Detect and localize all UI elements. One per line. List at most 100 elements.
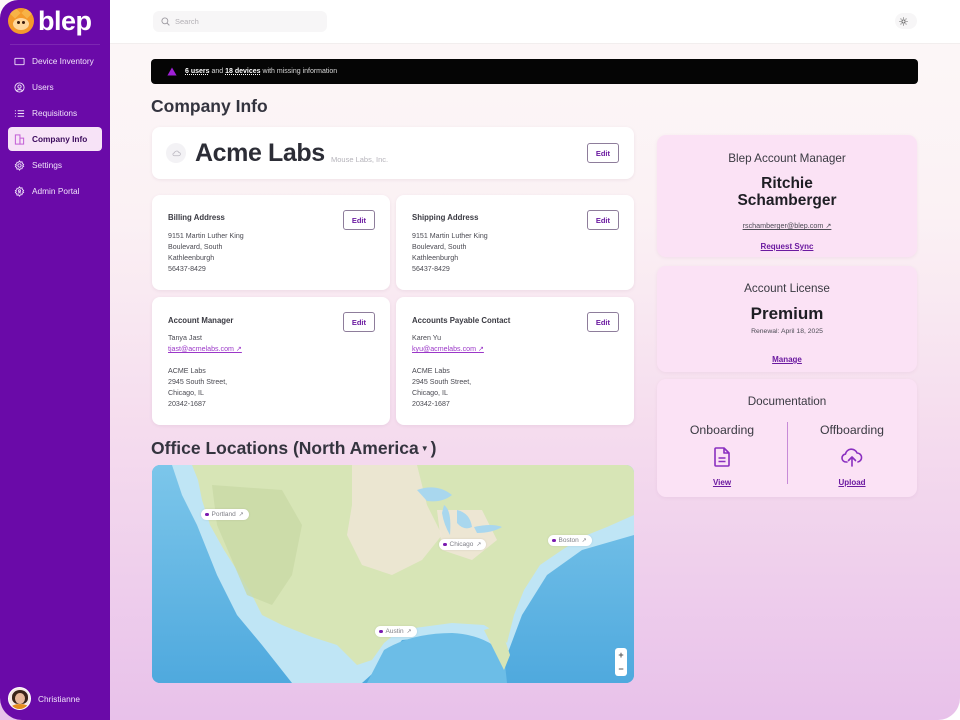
contact-email-link[interactable]: kyu@acmelabs.com ↗ <box>412 345 484 353</box>
edit-company-button[interactable]: Edit <box>586 143 619 163</box>
office-pin-austin[interactable]: Austin ↗ <box>375 626 417 637</box>
company-card: Acme Labs Mouse Labs, Inc. Edit <box>152 127 634 179</box>
app-frame: blep Device Inventory Users Requisitions… <box>0 0 960 720</box>
address-line: 9151 Martin Luther King <box>168 232 244 240</box>
edit-shipping-button[interactable]: Edit <box>586 210 619 230</box>
cat-logo-icon <box>8 8 34 34</box>
admin-gear-icon <box>14 185 25 197</box>
sidebar-item-users[interactable]: Users <box>8 75 102 99</box>
sidebar-item-admin-portal[interactable]: Admin Portal <box>8 179 102 203</box>
zoom-in-button[interactable]: + <box>618 650 623 660</box>
shipping-address-lines: 9151 Martin Luther King Boulevard, South… <box>412 231 488 275</box>
cloud-upload-icon[interactable] <box>840 445 864 469</box>
building-icon <box>14 133 25 145</box>
billing-address-card: Billing Address 9151 Martin Luther King … <box>152 195 390 290</box>
blep-account-manager-panel: Blep Account Manager Ritchie Schamberger… <box>657 135 917 257</box>
manage-license-link[interactable]: Manage <box>772 355 802 364</box>
brand-name: blep <box>38 6 92 36</box>
external-link-icon: ↗ <box>238 512 244 518</box>
offboarding-section: Offboarding Upload <box>787 423 917 490</box>
sidebar-item-settings[interactable]: Settings <box>8 153 102 177</box>
address-line: 20342-1687 <box>412 400 450 408</box>
address-line: 2945 South Street, <box>168 378 228 386</box>
search-input[interactable] <box>175 17 315 26</box>
address-line: 2945 South Street, <box>412 378 472 386</box>
document-icon[interactable] <box>710 445 734 469</box>
card-title: Accounts Payable Contact <box>412 316 511 325</box>
sidebar-item-company-info[interactable]: Company Info <box>8 127 102 151</box>
devices-missing-link[interactable]: 18 devices <box>225 68 260 75</box>
accounts-payable-details: Karen Yu kyu@acmelabs.com ↗ ACME Labs 29… <box>412 333 484 410</box>
address-line: ACME Labs <box>412 367 450 375</box>
map-zoom-control: + − <box>615 648 627 676</box>
company-logo-placeholder-icon[interactable] <box>166 143 186 163</box>
address-line: Chicago, IL <box>412 389 448 397</box>
alert-suffix: with missing information <box>262 68 338 75</box>
theme-toggle[interactable] <box>895 13 917 29</box>
upload-offboarding-link[interactable]: Upload <box>838 478 865 487</box>
search-icon <box>161 17 170 26</box>
address-line: Kathleenburgh <box>168 254 215 262</box>
address-line: Chicago, IL <box>168 389 204 397</box>
address-line: 9151 Martin Luther King <box>412 232 488 240</box>
account-manager-details: Tanya Jast tjast@acmelabs.com ↗ ACME Lab… <box>168 333 242 410</box>
card-title: Shipping Address <box>412 213 479 222</box>
sidebar-item-device-inventory[interactable]: Device Inventory <box>8 49 102 73</box>
office-map[interactable]: Portland ↗ Chicago ↗ Boston ↗ Austin ↗ +… <box>152 465 634 683</box>
address-line: ACME Labs <box>168 367 206 375</box>
gear-icon <box>14 159 25 171</box>
pin-dot-icon <box>443 542 447 547</box>
card-title: Account Manager <box>168 316 234 325</box>
panel-title: Documentation <box>747 395 827 408</box>
edit-account-manager-button[interactable]: Edit <box>342 312 375 332</box>
sidebar-nav: Device Inventory Users Requisitions Comp… <box>8 49 102 205</box>
address-line: Boulevard, South <box>412 243 467 251</box>
sidebar-item-label: Device Inventory <box>32 56 94 66</box>
office-pin-boston[interactable]: Boston ↗ <box>548 535 592 546</box>
address-line: Kathleenburgh <box>412 254 459 262</box>
office-locations-title: Office Locations (North America ▼ ) <box>151 438 436 459</box>
onboarding-section: Onboarding View <box>657 423 787 490</box>
pin-label: Austin <box>385 628 404 635</box>
sun-icon <box>899 16 908 26</box>
sidebar-item-label: Requisitions <box>32 108 78 118</box>
account-license-panel: Account License Premium Renewal: April 1… <box>657 266 917 372</box>
office-pin-chicago[interactable]: Chicago ↗ <box>439 539 487 550</box>
users-missing-link[interactable]: 6 users <box>185 68 210 75</box>
office-pin-portland[interactable]: Portland ↗ <box>201 509 249 520</box>
office-locations-label: Office Locations (North America <box>151 438 419 458</box>
card-title: Billing Address <box>168 213 225 222</box>
address-line: Boulevard, South <box>168 243 223 251</box>
accounts-payable-card: Accounts Payable Contact Karen Yu kyu@ac… <box>396 297 634 425</box>
sidebar-item-label: Company Info <box>32 134 88 144</box>
user-profile[interactable]: Christianne <box>8 687 80 710</box>
sidebar-item-requisitions[interactable]: Requisitions <box>8 101 102 125</box>
zoom-out-button[interactable]: − <box>618 664 623 674</box>
search-box[interactable] <box>153 11 327 32</box>
panel-title: Blep Account Manager <box>728 152 846 165</box>
list-icon <box>14 108 25 119</box>
brand[interactable]: blep <box>8 6 92 36</box>
account-manager-card: Account Manager Tanya Jast tjast@acmelab… <box>152 297 390 425</box>
manager-last-name: Schamberger <box>737 191 837 209</box>
request-sync-link[interactable]: Request Sync <box>761 242 814 251</box>
onboarding-title: Onboarding <box>689 423 755 437</box>
pin-label: Portland <box>211 511 236 518</box>
missing-info-alert: 6 users and 18 devices with missing info… <box>151 59 918 84</box>
edit-ap-contact-button[interactable]: Edit <box>586 312 619 332</box>
pin-dot-icon <box>205 512 209 517</box>
billing-address-lines: 9151 Martin Luther King Boulevard, South… <box>168 231 244 275</box>
alert-connector: and <box>211 68 224 75</box>
page-title: Company Info <box>151 96 268 116</box>
region-dropdown-caret-icon[interactable]: ▼ <box>421 444 429 453</box>
manager-email-link[interactable]: rschamberger@blep.com ↗ <box>743 221 832 230</box>
contact-email-link[interactable]: tjast@acmelabs.com ↗ <box>168 345 242 353</box>
sidebar-item-label: Users <box>32 82 54 92</box>
company-name: Acme Labs <box>195 139 325 167</box>
address-line: 56437-8429 <box>412 265 450 273</box>
view-onboarding-link[interactable]: View <box>713 478 731 487</box>
pin-label: Chicago <box>449 541 474 548</box>
edit-billing-button[interactable]: Edit <box>342 210 375 230</box>
title-paren: ) <box>430 438 437 458</box>
user-name: Christianne <box>38 693 80 704</box>
